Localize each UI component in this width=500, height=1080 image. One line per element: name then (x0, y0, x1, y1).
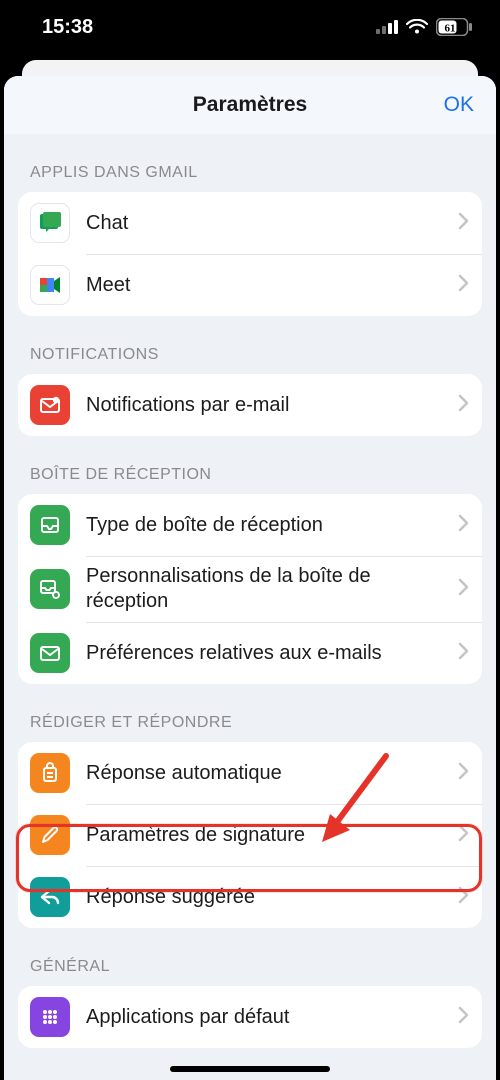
signature-icon (30, 815, 70, 855)
chevron-right-icon (458, 886, 470, 909)
auto-reply-icon (30, 753, 70, 793)
row-signature-settings[interactable]: Paramètres de signature (18, 804, 482, 866)
row-inbox-custom[interactable]: Personnalisations de la boîte de récepti… (18, 556, 482, 622)
page-title: Paramètres (193, 93, 307, 117)
row-label: Notifications par e-mail (86, 393, 458, 418)
chevron-right-icon (458, 274, 470, 297)
settings-sheet: Paramètres OK APPLIS DANS GMAIL Chat (4, 76, 496, 1080)
chevron-right-icon (458, 212, 470, 235)
home-indicator (170, 1066, 330, 1072)
meet-icon (30, 265, 70, 305)
row-meet[interactable]: Meet (18, 254, 482, 316)
row-label: Paramètres de signature (86, 823, 458, 848)
section-header-inbox: BOÎTE DE RÉCEPTION (4, 436, 496, 494)
chevron-right-icon (458, 514, 470, 537)
status-right: 61 (376, 18, 472, 36)
default-apps-icon (30, 997, 70, 1037)
svg-text:61: 61 (445, 23, 456, 35)
row-label: Personnalisations de la boîte de récepti… (86, 564, 458, 614)
row-email-notifications[interactable]: Notifications par e-mail (18, 374, 482, 436)
row-smart-reply[interactable]: Réponse suggérée (18, 866, 482, 928)
row-label: Meet (86, 273, 458, 298)
status-time: 15:38 (42, 16, 93, 39)
section-header-general: GÉNÉRAL (4, 928, 496, 986)
cellular-icon (376, 20, 398, 34)
row-label: Réponse suggérée (86, 885, 458, 910)
group-inbox: Type de boîte de réception Personnalisat… (18, 494, 482, 684)
group-apps: Chat Meet (18, 192, 482, 316)
chevron-right-icon (458, 394, 470, 417)
group-general: Applications par défaut (18, 986, 482, 1048)
chevron-right-icon (458, 824, 470, 847)
row-label: Réponse automatique (86, 761, 458, 786)
group-notif: Notifications par e-mail (18, 374, 482, 436)
mail-notif-icon (30, 385, 70, 425)
row-label: Chat (86, 211, 458, 236)
ok-button[interactable]: OK (444, 76, 474, 134)
mail-prefs-icon (30, 633, 70, 673)
chevron-right-icon (458, 762, 470, 785)
row-default-apps[interactable]: Applications par défaut (18, 986, 482, 1048)
group-compose: Réponse automatique Paramètres de signat… (18, 742, 482, 928)
row-chat[interactable]: Chat (18, 192, 482, 254)
section-header-notif: NOTIFICATIONS (4, 316, 496, 374)
status-bar: 15:38 61 (0, 0, 500, 58)
inbox-custom-icon (30, 569, 70, 609)
chevron-right-icon (458, 578, 470, 601)
section-header-compose: RÉDIGER ET RÉPONDRE (4, 684, 496, 742)
row-inbox-type[interactable]: Type de boîte de réception (18, 494, 482, 556)
row-label: Applications par défaut (86, 1005, 458, 1030)
row-label: Type de boîte de réception (86, 513, 458, 538)
row-auto-reply[interactable]: Réponse automatique (18, 742, 482, 804)
smart-reply-icon (30, 877, 70, 917)
nav-bar: Paramètres OK (4, 76, 496, 134)
wifi-icon (406, 19, 428, 35)
battery-icon: 61 (436, 18, 472, 36)
chevron-right-icon (458, 642, 470, 665)
chat-icon (30, 203, 70, 243)
section-header-apps: APPLIS DANS GMAIL (4, 134, 496, 192)
settings-scroll[interactable]: APPLIS DANS GMAIL Chat (4, 134, 496, 1080)
chevron-right-icon (458, 1006, 470, 1029)
row-label: Préférences relatives aux e-mails (86, 641, 458, 666)
inbox-type-icon (30, 505, 70, 545)
row-email-prefs[interactable]: Préférences relatives aux e-mails (18, 622, 482, 684)
